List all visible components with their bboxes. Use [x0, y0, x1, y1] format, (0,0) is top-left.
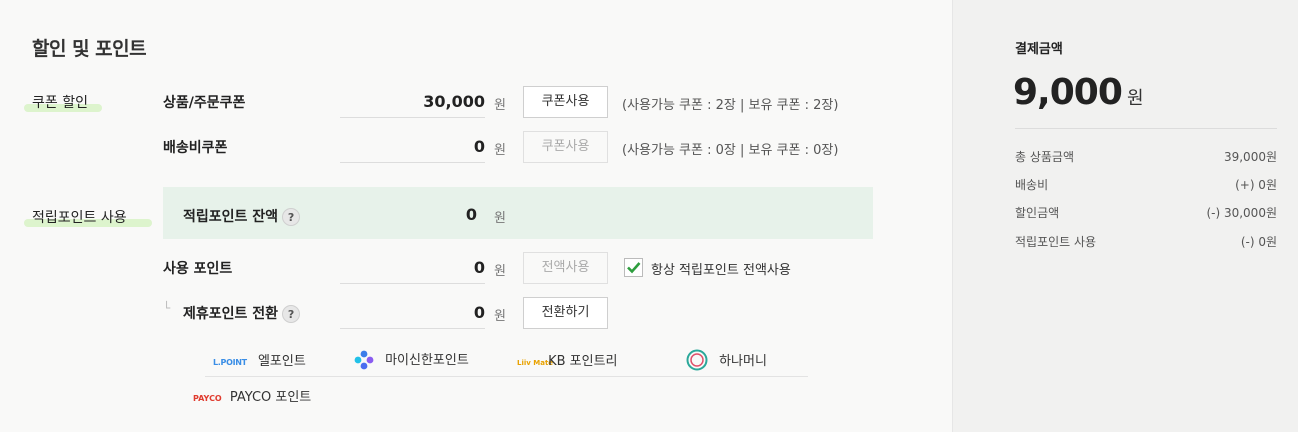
- lpoint-logo: L.POINT: [213, 358, 247, 367]
- payment-summary-panel: 결제금액 9,000 원 총 상품금액 39,000원 배송비 (+) 0원 할…: [952, 0, 1298, 432]
- partner-kb[interactable]: Liiv Mate KB 포인트리: [517, 350, 618, 369]
- total-amount-value: 9,000: [1013, 72, 1123, 113]
- use-points-label: 사용 포인트: [163, 261, 233, 277]
- summary-label: 총 상품금액: [1015, 150, 1075, 164]
- points-balance-value: 0: [465, 205, 477, 224]
- check-icon: [627, 262, 641, 274]
- product-coupon-use-button[interactable]: 쿠폰사용: [523, 86, 608, 118]
- summary-label: 할인금액: [1015, 206, 1060, 220]
- summary-value: (-) 30,000원: [1206, 206, 1277, 220]
- partner-convert-field[interactable]: 0: [340, 299, 485, 329]
- partner-shinhan[interactable]: 마이신한포인트: [354, 349, 469, 370]
- shipping-coupon-field[interactable]: 0: [340, 133, 485, 163]
- use-points-field[interactable]: 0: [340, 254, 485, 284]
- points-balance-unit: 원: [494, 211, 506, 226]
- product-coupon-info: (사용가능 쿠폰 : 2장 | 보유 쿠폰 : 2장): [622, 98, 839, 113]
- points-balance-label: 적립포인트 잔액?: [183, 206, 301, 226]
- summary-value: (+) 0원: [1235, 178, 1277, 192]
- summary-label: 적립포인트 사용: [1015, 235, 1097, 249]
- partner-convert-unit: 원: [494, 309, 506, 324]
- always-use-all-checkbox[interactable]: [624, 258, 643, 277]
- points-balance-text: 적립포인트 잔액: [183, 209, 279, 225]
- points-section-label: 적립포인트 사용: [32, 210, 127, 226]
- convert-button[interactable]: 전환하기: [523, 297, 608, 329]
- partner-name: 하나머니: [719, 353, 767, 369]
- summary-label: 배송비: [1015, 178, 1049, 192]
- hana-money-logo: [686, 349, 708, 371]
- partner-divider: [205, 376, 808, 377]
- summary-divider: [1015, 128, 1277, 129]
- product-coupon-field[interactable]: 30,000: [340, 88, 485, 118]
- partner-convert-text: 제휴포인트 전환: [183, 306, 279, 322]
- partner-name: KB 포인트리: [548, 354, 618, 369]
- partner-name: 엘포인트: [257, 354, 306, 369]
- partner-name: PAYCO 포인트: [229, 390, 312, 405]
- discount-panel: 할인 및 포인트 쿠폰 할인 상품/주문쿠폰 30,000 원 쿠폰사용 (사용…: [0, 0, 952, 432]
- total-amount: 9,000 원: [1013, 72, 1144, 113]
- use-all-points-button[interactable]: 전액사용: [523, 252, 608, 284]
- help-icon[interactable]: ?: [282, 305, 301, 323]
- shipping-coupon-unit: 원: [494, 143, 506, 158]
- partner-payco[interactable]: PAYCO PAYCO 포인트: [193, 386, 311, 405]
- product-coupon-label: 상품/주문쿠폰: [163, 95, 246, 111]
- partner-hana[interactable]: 하나머니: [686, 349, 767, 371]
- coupon-section-label: 쿠폰 할인: [32, 95, 88, 111]
- payco-logo: PAYCO: [193, 394, 222, 403]
- total-amount-unit: 원: [1126, 88, 1144, 109]
- always-use-all-label: 항상 적립포인트 전액사용: [651, 263, 791, 278]
- partner-name: 마이신한포인트: [385, 353, 469, 368]
- use-points-unit: 원: [494, 264, 506, 279]
- kb-liiv-logo: Liiv Mate: [517, 359, 554, 367]
- shipping-coupon-use-button[interactable]: 쿠폰사용: [523, 131, 608, 163]
- shinhan-logo: [354, 350, 374, 369]
- summary-title: 결제금액: [1015, 42, 1063, 57]
- help-icon[interactable]: ?: [282, 208, 301, 226]
- summary-value: (-) 0원: [1240, 235, 1277, 249]
- partner-lpoint[interactable]: L.POINT 엘포인트: [213, 350, 306, 369]
- shipping-coupon-info: (사용가능 쿠폰 : 0장 | 보유 쿠폰 : 0장): [622, 143, 839, 158]
- sub-item-marker: └: [163, 301, 171, 315]
- product-coupon-unit: 원: [494, 98, 506, 113]
- summary-value: 39,000원: [1223, 150, 1277, 164]
- section-title: 할인 및 포인트: [32, 38, 147, 60]
- partner-convert-label: 제휴포인트 전환?: [183, 303, 301, 323]
- shipping-coupon-label: 배송비쿠폰: [163, 140, 228, 156]
